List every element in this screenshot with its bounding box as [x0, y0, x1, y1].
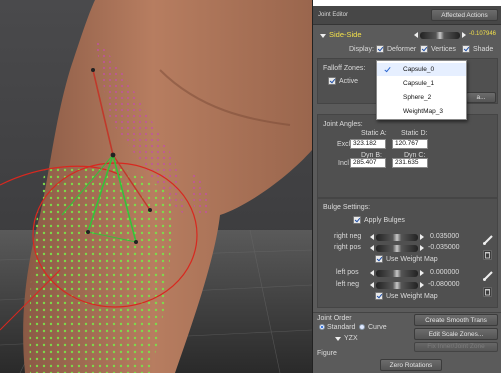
figure-label: Figure	[317, 350, 337, 357]
right-use-weight-map-checkbox[interactable]	[375, 255, 383, 263]
active-label: Active	[339, 78, 359, 85]
bulge-settings-section: Bulge Settings: Apply Bulges right neg 0…	[317, 198, 498, 308]
parameter-decrement-icon[interactable]	[414, 32, 418, 38]
left-use-weight-map-label: Use Weight Map	[386, 293, 438, 300]
shade-checkbox[interactable]	[462, 45, 470, 53]
static-d-label: Static D:	[401, 130, 428, 137]
menu-item-capsule-0[interactable]: Capsule_0	[377, 63, 466, 76]
falloff-zones-label: Falloff Zones:	[323, 65, 366, 72]
panel-header: Joint Editor Affected Actions	[313, 6, 501, 25]
viewport-scene	[0, 0, 312, 373]
menu-item-label: WeightMap_3	[403, 108, 443, 115]
menu-item-capsule-1[interactable]: Capsule_1	[377, 77, 466, 90]
right-pos-increment-icon[interactable]	[420, 245, 424, 251]
menu-item-weightmap-3[interactable]: WeightMap_3	[377, 105, 466, 118]
right-trash-icon[interactable]	[483, 250, 492, 260]
falloff-zones-menu: Capsule_0 Capsule_1 Sphere_2 WeightMap_3	[376, 60, 467, 120]
joint-order-title: Joint Order	[317, 315, 352, 322]
right-pos-decrement-icon[interactable]	[370, 245, 374, 251]
left-pos-decrement-icon[interactable]	[370, 270, 374, 276]
right-use-weight-map-label: Use Weight Map	[386, 256, 438, 263]
bulge-settings-title: Bulge Settings:	[323, 204, 371, 211]
right-neg-increment-icon[interactable]	[420, 234, 424, 240]
left-neg-value[interactable]: -0.080000	[428, 281, 460, 288]
order-dropdown-icon[interactable]	[335, 337, 341, 341]
joint-angles-title: Joint Angles:	[323, 121, 363, 128]
left-neg-increment-icon[interactable]	[420, 282, 424, 288]
right-pos-value[interactable]: -0.035000	[428, 244, 460, 251]
left-pos-value[interactable]: 0.000000	[430, 269, 459, 276]
left-pos-label: left pos	[336, 269, 359, 276]
falloff-options-button[interactable]: a...	[466, 92, 496, 103]
parameter-name: Side-Side	[329, 30, 362, 39]
right-neg-decrement-icon[interactable]	[370, 234, 374, 240]
active-checkbox[interactable]	[328, 77, 336, 85]
apply-bulges-label: Apply Bulges	[364, 217, 405, 224]
left-neg-decrement-icon[interactable]	[370, 282, 374, 288]
zero-rotations-button[interactable]: Zero Rotations	[380, 359, 442, 371]
parameter-value[interactable]: -0.107946	[469, 31, 496, 37]
standard-label: Standard	[327, 324, 356, 331]
dyn-b-field[interactable]: 285.407	[350, 158, 386, 168]
display-label: Display:	[349, 46, 374, 53]
left-pos-dial[interactable]	[376, 270, 418, 277]
menu-item-label: Capsule_1	[403, 80, 435, 87]
parameter-increment-icon[interactable]	[462, 32, 466, 38]
left-neg-dial[interactable]	[376, 282, 418, 289]
dyn-c-field[interactable]: 231.635	[392, 158, 428, 168]
divider	[313, 312, 501, 313]
panel-title: Joint Editor	[318, 12, 349, 18]
menu-item-label: Capsule_0	[403, 66, 435, 73]
static-a-label: Static A:	[361, 130, 387, 137]
right-brush-icon[interactable]	[482, 234, 494, 246]
3d-viewport[interactable]	[0, 0, 312, 373]
joint-angles-section: Joint Angles: Static A: Static D: Excl 3…	[317, 114, 498, 198]
deformer-label: Deformer	[387, 46, 417, 53]
checkmark-icon	[384, 65, 391, 73]
order-value[interactable]: YZX	[344, 335, 358, 342]
curve-radio[interactable]	[359, 324, 365, 330]
left-pos-increment-icon[interactable]	[420, 270, 424, 276]
parameter-collapse-icon[interactable]	[320, 34, 326, 38]
menu-item-label: Sphere_2	[403, 94, 432, 101]
affected-actions-button[interactable]: Affected Actions	[431, 9, 498, 21]
parameter-dial[interactable]	[420, 32, 460, 39]
apply-bulges-checkbox[interactable]	[353, 216, 361, 224]
left-neg-label: left neg	[336, 281, 359, 288]
deformer-checkbox[interactable]	[376, 45, 384, 53]
curve-label: Curve	[368, 324, 387, 331]
menu-item-sphere-2[interactable]: Sphere_2	[377, 91, 466, 104]
vertices-checkbox[interactable]	[420, 45, 428, 53]
right-neg-label: right neg	[334, 233, 362, 240]
excl-label: Excl	[337, 141, 351, 148]
right-neg-value[interactable]: 0.035000	[430, 233, 459, 240]
right-pos-dial[interactable]	[376, 245, 418, 252]
fix-zone-button[interactable]: Fix Inner/Joint Zone	[414, 342, 498, 352]
edit-scale-zones-button[interactable]: Edit Scale Zones...	[414, 328, 498, 340]
right-neg-dial[interactable]	[376, 234, 418, 241]
left-trash-icon[interactable]	[483, 287, 492, 297]
create-smooth-button[interactable]: Create Smooth Trans	[414, 314, 498, 326]
left-use-weight-map-checkbox[interactable]	[375, 292, 383, 300]
standard-radio[interactable]	[319, 324, 325, 330]
left-brush-icon[interactable]	[482, 270, 494, 282]
static-a-field[interactable]: 323.182	[350, 139, 386, 149]
static-d-field[interactable]: 120.767	[392, 139, 428, 149]
shade-label: Shade	[473, 46, 494, 53]
incl-label: Incl	[338, 160, 349, 167]
right-pos-label: right pos	[334, 244, 361, 251]
joint-editor-panel: Joint Editor Affected Actions Side-Side …	[312, 0, 501, 373]
vertices-label: Vertices	[431, 46, 456, 53]
